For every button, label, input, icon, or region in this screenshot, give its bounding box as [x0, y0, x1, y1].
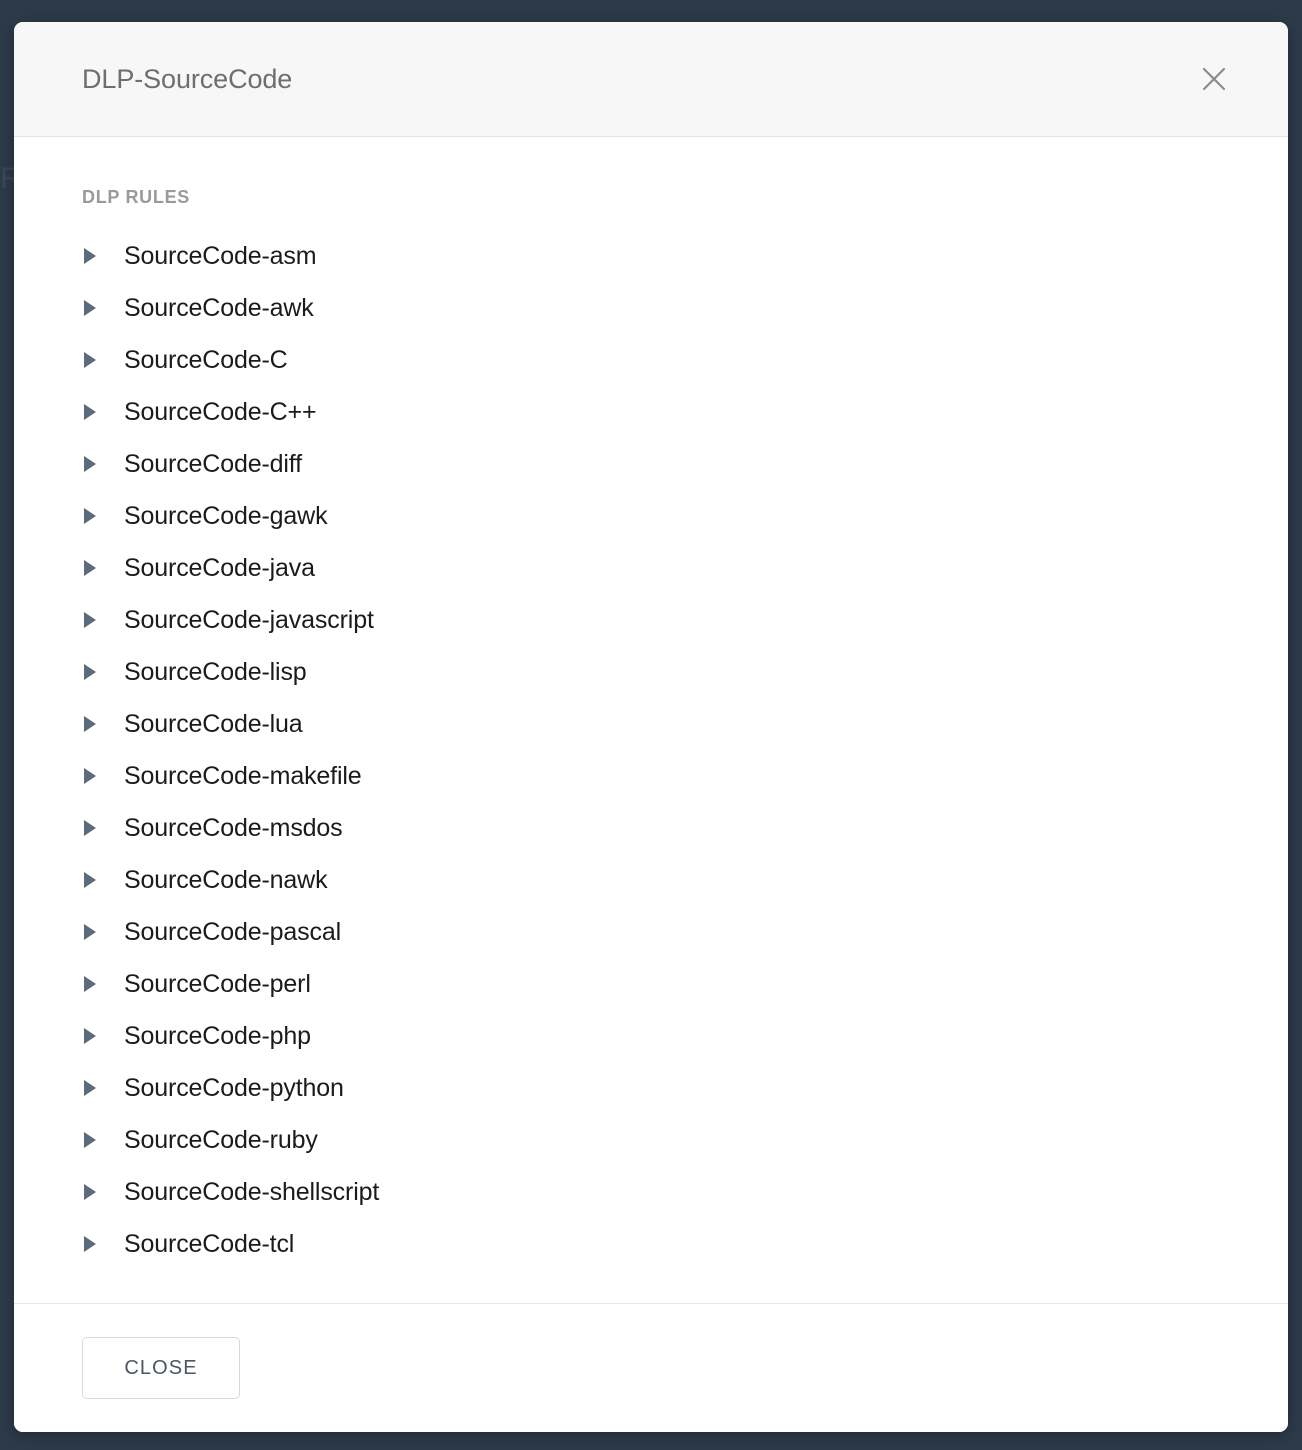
list-item-label: SourceCode-gawk: [124, 501, 328, 530]
list-item[interactable]: SourceCode-awk: [14, 282, 1288, 334]
triangle-right-icon[interactable]: [82, 1079, 104, 1097]
list-item-label: SourceCode-lisp: [124, 657, 307, 686]
dlp-rules-section-label: DLP RULES: [82, 187, 190, 207]
list-item-label: SourceCode-pascal: [124, 917, 342, 946]
list-item-label: SourceCode-lua: [124, 709, 303, 738]
list-item[interactable]: SourceCode-lisp: [14, 646, 1288, 698]
list-item[interactable]: SourceCode-tcl: [14, 1218, 1288, 1270]
list-item[interactable]: SourceCode-gawk: [14, 490, 1288, 542]
list-item[interactable]: SourceCode-perl: [14, 958, 1288, 1010]
list-item-label: SourceCode-nawk: [124, 865, 328, 894]
list-item-label: SourceCode-makefile: [124, 761, 362, 790]
triangle-right-icon[interactable]: [82, 663, 104, 681]
modal-footer: CLOSE: [14, 1303, 1288, 1432]
list-item[interactable]: SourceCode-C++: [14, 386, 1288, 438]
triangle-right-icon[interactable]: [82, 559, 104, 577]
triangle-right-icon[interactable]: [82, 299, 104, 317]
list-item-label: SourceCode-msdos: [124, 813, 343, 842]
dlp-rules-list: SourceCode-asm SourceCode-awk SourceCode-C…: [14, 230, 1288, 1270]
close-button[interactable]: CLOSE: [82, 1337, 240, 1399]
list-item-label: SourceCode-perl: [124, 969, 311, 998]
list-item-label: SourceCode-asm: [124, 241, 317, 270]
list-item-label: SourceCode-shellscript: [124, 1177, 380, 1206]
list-item[interactable]: SourceCode-shellscript: [14, 1166, 1288, 1218]
list-item[interactable]: SourceCode-pascal: [14, 906, 1288, 958]
list-item[interactable]: SourceCode-java: [14, 542, 1288, 594]
list-item-label: SourceCode-C++: [124, 397, 317, 426]
list-item-label: SourceCode-python: [124, 1073, 344, 1102]
list-item-label: SourceCode-javascript: [124, 605, 374, 634]
triangle-right-icon[interactable]: [82, 767, 104, 785]
triangle-right-icon[interactable]: [82, 715, 104, 733]
list-item-label: SourceCode-awk: [124, 293, 314, 322]
list-item[interactable]: SourceCode-asm: [14, 230, 1288, 282]
triangle-right-icon[interactable]: [82, 403, 104, 421]
triangle-right-icon[interactable]: [82, 923, 104, 941]
list-item[interactable]: SourceCode-makefile: [14, 750, 1288, 802]
triangle-right-icon[interactable]: [82, 975, 104, 993]
triangle-right-icon[interactable]: [82, 1235, 104, 1253]
triangle-right-icon[interactable]: [82, 819, 104, 837]
list-item-label: SourceCode-java: [124, 553, 315, 582]
list-item-label: SourceCode-diff: [124, 449, 302, 478]
triangle-right-icon[interactable]: [82, 247, 104, 265]
list-item[interactable]: SourceCode-ruby: [14, 1114, 1288, 1166]
modal-header: DLP-SourceCode: [14, 22, 1288, 137]
list-item[interactable]: SourceCode-diff: [14, 438, 1288, 490]
list-item[interactable]: SourceCode-C: [14, 334, 1288, 386]
close-icon[interactable]: [1194, 59, 1234, 99]
triangle-right-icon[interactable]: [82, 611, 104, 629]
list-item[interactable]: SourceCode-nawk: [14, 854, 1288, 906]
triangle-right-icon[interactable]: [82, 1027, 104, 1045]
list-item[interactable]: SourceCode-msdos: [14, 802, 1288, 854]
list-item-label: SourceCode-tcl: [124, 1229, 295, 1258]
list-item[interactable]: SourceCode-javascript: [14, 594, 1288, 646]
list-item-label: SourceCode-C: [124, 345, 288, 374]
modal-body-scroll-area[interactable]: DLP RULES SourceCode-asm SourceCode-awk So…: [14, 137, 1288, 1303]
list-item-label: SourceCode-php: [124, 1021, 311, 1050]
triangle-right-icon[interactable]: [82, 1131, 104, 1149]
page-title: DLP-SourceCode: [82, 63, 293, 94]
triangle-right-icon[interactable]: [82, 871, 104, 889]
dlp-sourcecode-modal: DLP-SourceCode DLP RULES SourceCode-asm S…: [14, 22, 1288, 1432]
list-item[interactable]: SourceCode-lua: [14, 698, 1288, 750]
triangle-right-icon[interactable]: [82, 351, 104, 369]
list-item-label: SourceCode-ruby: [124, 1125, 318, 1154]
list-item[interactable]: SourceCode-python: [14, 1062, 1288, 1114]
list-item[interactable]: SourceCode-php: [14, 1010, 1288, 1062]
triangle-right-icon[interactable]: [82, 455, 104, 473]
triangle-right-icon[interactable]: [82, 1183, 104, 1201]
triangle-right-icon[interactable]: [82, 507, 104, 525]
